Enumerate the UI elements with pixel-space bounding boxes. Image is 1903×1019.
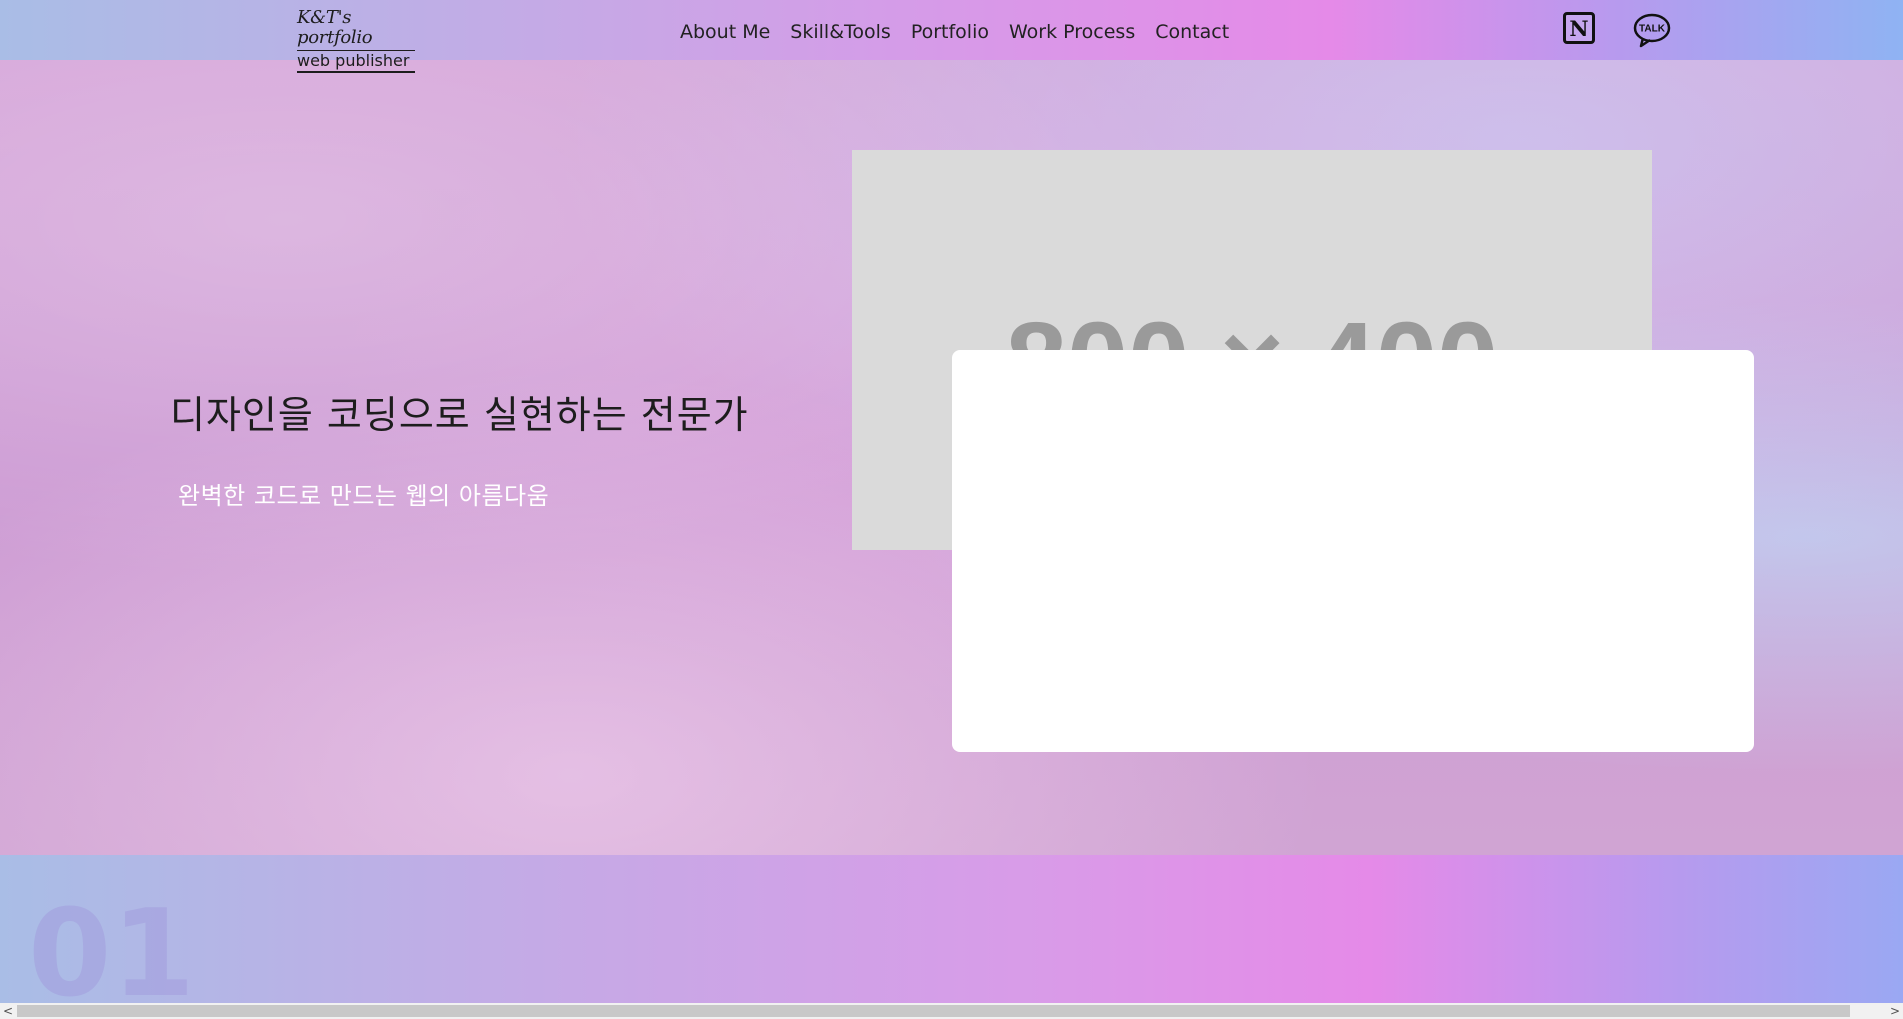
nav-item-work-process[interactable]: Work Process (1009, 21, 1135, 43)
logo-subtitle: web publisher (297, 51, 410, 70)
hero-subtitle: 완벽한 코드로 만드는 웹의 아름다움 (178, 482, 550, 510)
logo-underline (297, 71, 415, 73)
logo[interactable]: K&T's portfolio web publisher (297, 8, 415, 73)
kakaotalk-icon-text: TALK (1639, 24, 1666, 35)
hero-title: 디자인을 코딩으로 실현하는 전문가 (170, 393, 749, 437)
hero-section: 디자인을 코딩으로 실현하는 전문가 완벽한 코드로 만드는 웹의 아름다움 8… (0, 60, 1903, 855)
white-card-overlay (952, 350, 1754, 752)
about-section: 01 (0, 855, 1903, 1019)
main-nav: About Me Skill&Tools Portfolio Work Proc… (680, 21, 1249, 43)
kakaotalk-icon[interactable]: TALK (1633, 13, 1671, 49)
notion-icon-letter: N (1569, 15, 1589, 41)
scrollbar-thumb[interactable] (17, 1005, 1850, 1017)
scroll-left-arrow[interactable]: < (0, 1003, 16, 1019)
nav-item-contact[interactable]: Contact (1155, 21, 1229, 43)
site-header: K&T's portfolio web publisher About Me S… (0, 0, 1903, 73)
section-number: 01 (28, 885, 195, 1019)
page: K&T's portfolio web publisher About Me S… (0, 0, 1903, 1019)
horizontal-scrollbar[interactable]: < > (0, 1003, 1903, 1019)
scroll-right-arrow[interactable]: > (1887, 1003, 1903, 1019)
nav-item-about-me[interactable]: About Me (680, 21, 770, 43)
nav-item-skill-tools[interactable]: Skill&Tools (790, 21, 891, 43)
nav-item-portfolio[interactable]: Portfolio (911, 21, 989, 43)
logo-title: K&T's portfolio (297, 7, 373, 48)
notion-icon[interactable]: N (1563, 12, 1595, 44)
